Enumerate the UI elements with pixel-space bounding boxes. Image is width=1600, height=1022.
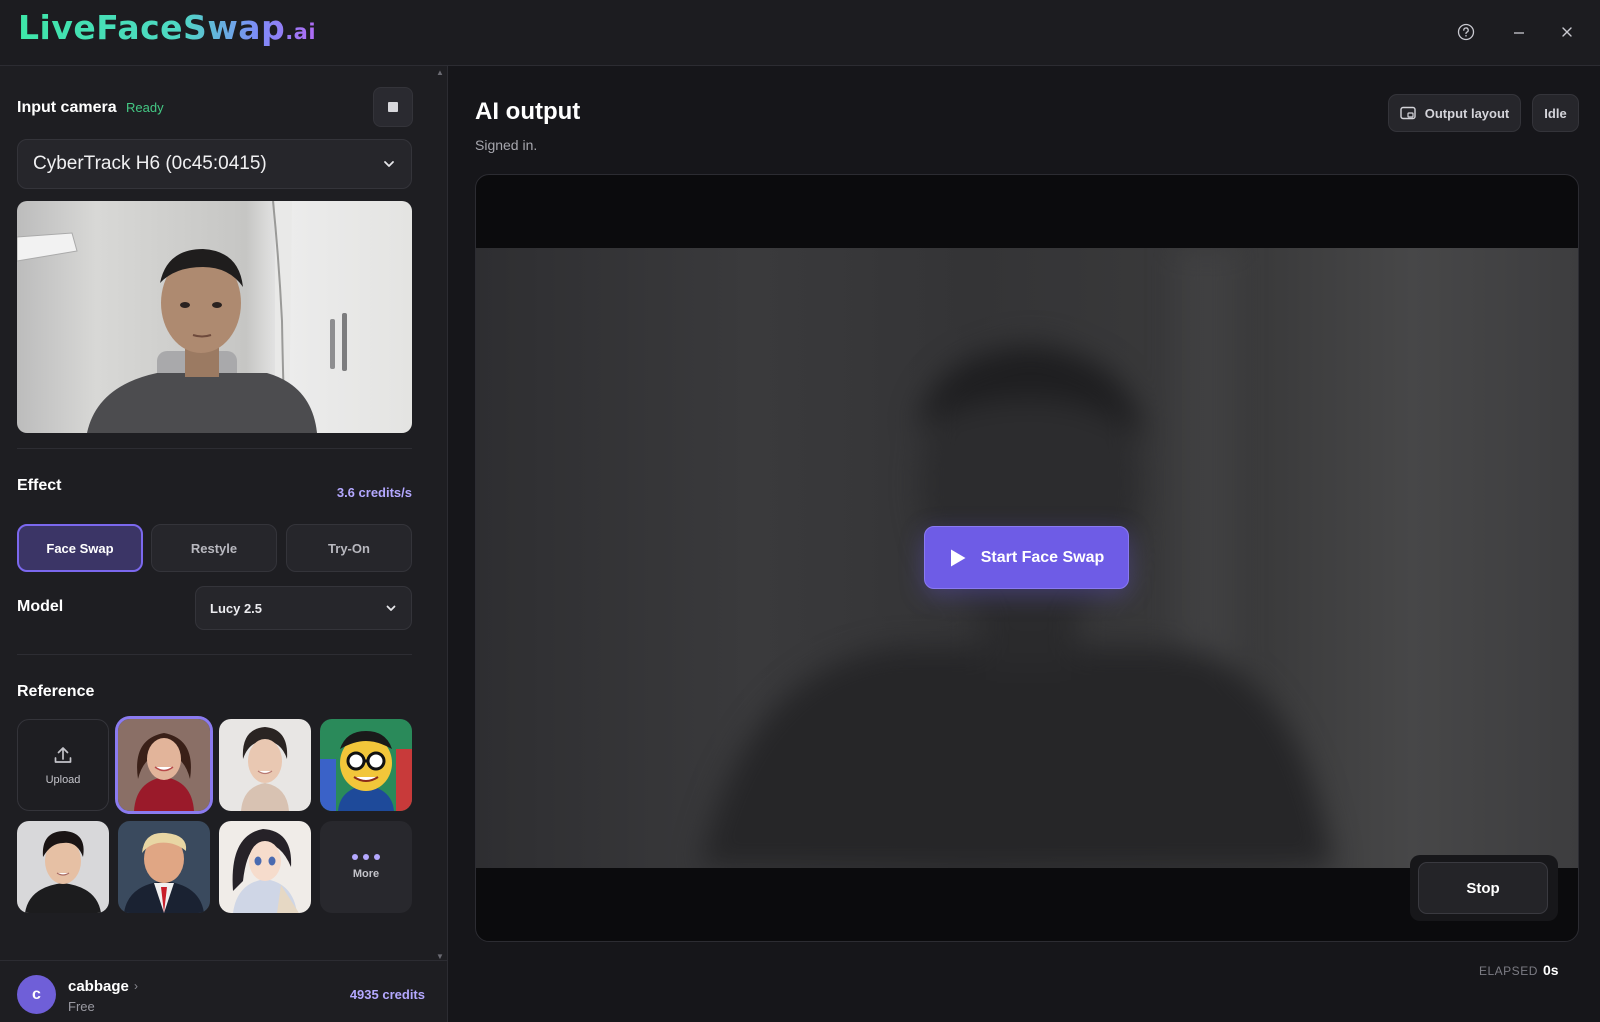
effect-restyle-button[interactable]: Restyle (151, 524, 277, 572)
chevron-down-icon (384, 161, 394, 167)
user-credits: 4935 credits (349, 987, 425, 1002)
camera-select[interactable]: CyberTrack H6 (0c45:0415) (17, 139, 412, 189)
stop-square-icon (388, 102, 398, 112)
start-face-swap-button[interactable]: Start Face Swap (924, 526, 1129, 589)
reference-thumb-woman-red-sweater[interactable] (115, 716, 213, 814)
section-divider (17, 654, 412, 655)
help-icon[interactable] (1452, 18, 1480, 46)
elapsed-label: ELAPSED (1479, 964, 1538, 978)
app-logo: LiveFaceSwap.ai (18, 8, 316, 47)
avatar[interactable]: c (17, 975, 56, 1014)
camera-preview (17, 201, 412, 433)
user-bar[interactable]: c cabbage › Free 4935 credits (0, 960, 447, 1022)
upload-label: Upload (45, 774, 81, 786)
more-dots-icon (352, 854, 380, 860)
model-select[interactable]: Lucy 2.5 (195, 586, 412, 630)
stop-button[interactable]: Stop (1418, 862, 1548, 914)
chevron-down-icon (386, 605, 396, 611)
effect-try-on-button[interactable]: Try-On (286, 524, 412, 572)
reference-title: Reference (17, 683, 95, 700)
model-title: Model (17, 598, 64, 615)
chevron-right-icon[interactable]: › (134, 979, 138, 993)
camera-select-value: CyberTrack H6 (0c45:0415) (33, 153, 267, 174)
logo-tld: .ai (285, 20, 317, 44)
output-title: AI output (475, 98, 581, 125)
camera-status-badge: Ready (126, 100, 164, 115)
credits-rate: 3.6 credits/s (336, 485, 412, 500)
upload-icon (54, 747, 72, 763)
reference-thumb-man-suit[interactable] (118, 821, 210, 913)
output-layout-button[interactable]: Output layout (1388, 94, 1521, 132)
left-panel: ▲ Input camera Ready CyberTrack H6 (0c45… (0, 66, 448, 1022)
model-select-value: Lucy 2.5 (210, 600, 263, 616)
title-bar: LiveFaceSwap.ai (0, 0, 1600, 66)
reference-thumb-young-man[interactable] (17, 821, 109, 913)
effect-title: Effect (17, 477, 62, 494)
reference-thumb-anime-girl[interactable] (219, 821, 311, 913)
state-badge: Idle (1532, 94, 1579, 132)
user-plan: Free (68, 999, 95, 1014)
play-icon (950, 549, 966, 566)
reference-thumb-cartoon-character[interactable] (320, 719, 412, 811)
more-label: More (352, 868, 380, 880)
signin-status: Signed in. (475, 137, 538, 153)
input-camera-title: Input camera (17, 99, 117, 116)
minimize-icon[interactable] (1505, 18, 1533, 46)
start-face-swap-label: Start Face Swap (980, 548, 1105, 566)
output-layout-label: Output layout (1424, 105, 1510, 121)
upload-reference-button[interactable]: Upload (17, 719, 109, 811)
camera-stop-button[interactable] (373, 87, 413, 127)
section-divider (17, 448, 412, 449)
effect-face-swap-button[interactable]: Face Swap (17, 524, 143, 572)
username[interactable]: cabbage (68, 978, 129, 995)
layout-icon (1400, 106, 1416, 120)
scroll-up-arrow-icon[interactable]: ▲ (435, 68, 445, 78)
elapsed-value: 0s (1543, 962, 1559, 978)
logo-main: LiveFaceSwap (18, 8, 286, 47)
more-references-button[interactable]: More (320, 821, 412, 913)
close-icon[interactable] (1553, 18, 1581, 46)
reference-thumb-woman-dark-hair[interactable] (219, 719, 311, 811)
